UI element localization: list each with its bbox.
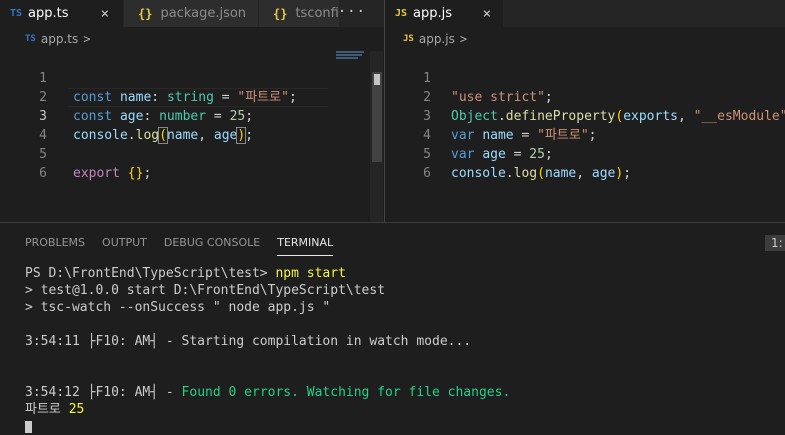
terminal-selector-dropdown[interactable]: 1: bbox=[765, 235, 785, 251]
code-line: 2 const age: number = 25; bbox=[0, 69, 384, 124]
tab-label: tsconfig bbox=[295, 6, 339, 21]
tab-app-js[interactable]: JS app.js × bbox=[385, 0, 504, 27]
json-file-icon: {} bbox=[138, 6, 153, 21]
code-line-current: 3 console.log(name, age); bbox=[0, 88, 384, 144]
typescript-file-icon: TS bbox=[25, 34, 36, 44]
tab-tsconfig[interactable]: {} tsconfig bbox=[259, 0, 340, 27]
terminal-line: 3:54:11 ├F10: AM┤ - Starting compilation… bbox=[25, 334, 472, 349]
tab-debug-console[interactable]: DEBUG CONSOLE bbox=[164, 236, 260, 256]
close-icon[interactable]: × bbox=[483, 6, 491, 22]
terminal-line bbox=[25, 418, 510, 435]
breadcrumb-file[interactable]: app.ts bbox=[41, 32, 78, 46]
tab-package-json[interactable]: {} package.json bbox=[124, 0, 259, 27]
code-line: 6 bbox=[385, 145, 785, 181]
tab-label: app.js bbox=[413, 6, 453, 21]
code-line: 5 export {}; bbox=[0, 126, 384, 181]
more-actions-icon[interactable]: ··· bbox=[338, 4, 366, 20]
left-tab-bar: TS app.ts × {} package.json {} tsconfig … bbox=[0, 0, 384, 27]
line-number: 6 bbox=[39, 166, 47, 181]
terminal-line: 파트로 25 bbox=[25, 402, 85, 417]
left-editor-group: TS app.ts × {} package.json {} tsconfig … bbox=[0, 0, 384, 222]
line-number: 6 bbox=[423, 166, 431, 181]
chevron-right-icon: > bbox=[83, 32, 91, 46]
typescript-file-icon: TS bbox=[10, 8, 23, 19]
tab-output[interactable]: OUTPUT bbox=[102, 236, 147, 256]
code-line: 4 bbox=[0, 107, 384, 143]
code-line: 6 bbox=[0, 145, 384, 181]
code-line: 4 var age = 25; bbox=[385, 107, 785, 162]
terminal-line: > test@1.0.0 start D:\FrontEnd\TypeScrip… bbox=[25, 283, 386, 298]
json-file-icon: {} bbox=[273, 6, 288, 21]
terminal-line: 3:54:12 ├F10: AM┤ - Found 0 errors. Watc… bbox=[25, 385, 511, 400]
code-line: 1 "use strict"; bbox=[385, 50, 785, 105]
breadcrumb-file[interactable]: app.js bbox=[419, 32, 455, 46]
close-icon[interactable]: × bbox=[101, 6, 109, 22]
scrollbar-thumb[interactable] bbox=[372, 72, 382, 162]
terminal-line: PS D:\FrontEnd\TypeScript\test> npm star… bbox=[25, 266, 346, 281]
scrollbar-cursor-marker bbox=[374, 74, 380, 85]
terminal-line: > tsc-watch --onSuccess " node app.js " bbox=[25, 300, 331, 315]
tab-app-ts[interactable]: TS app.ts × bbox=[0, 0, 124, 27]
minimap[interactable] bbox=[336, 51, 370, 61]
code-editor-js[interactable]: 1 "use strict"; 2 Object.defineProperty(… bbox=[385, 50, 785, 181]
javascript-file-icon: JS bbox=[395, 8, 408, 19]
right-editor-group: JS app.js × JS app.js > 1 "use strict"; … bbox=[385, 0, 785, 222]
tab-label: app.ts bbox=[28, 6, 69, 21]
bottom-panel: PROBLEMS OUTPUT DEBUG CONSOLE TERMINAL 1… bbox=[0, 222, 785, 433]
terminal-output[interactable]: PS D:\FrontEnd\TypeScript\test> npm star… bbox=[25, 265, 510, 435]
code-line: 3 var name = "파트로"; bbox=[385, 88, 785, 143]
tab-label: package.json bbox=[160, 6, 247, 21]
tab-terminal[interactable]: TERMINAL bbox=[277, 236, 334, 256]
terminal-cursor bbox=[25, 420, 32, 433]
breadcrumb[interactable]: JS app.js > bbox=[385, 27, 785, 51]
code-line: 1 const name: string = "파트로"; bbox=[0, 50, 384, 105]
code-editor-ts[interactable]: 1 const name: string = "파트로"; 2 const ag… bbox=[0, 50, 384, 181]
right-tab-bar: JS app.js × bbox=[385, 0, 785, 27]
panel-tabs: PROBLEMS OUTPUT DEBUG CONSOLE TERMINAL bbox=[25, 236, 350, 256]
tab-problems[interactable]: PROBLEMS bbox=[25, 236, 85, 256]
chevron-right-icon: > bbox=[459, 32, 468, 46]
javascript-file-icon: JS bbox=[403, 34, 414, 44]
code-line: 2 Object.defineProperty(exports, "__esMo… bbox=[385, 69, 785, 124]
breadcrumb[interactable]: TS app.ts > bbox=[0, 27, 384, 51]
code-line: 5 console.log(name, age); bbox=[385, 126, 785, 181]
